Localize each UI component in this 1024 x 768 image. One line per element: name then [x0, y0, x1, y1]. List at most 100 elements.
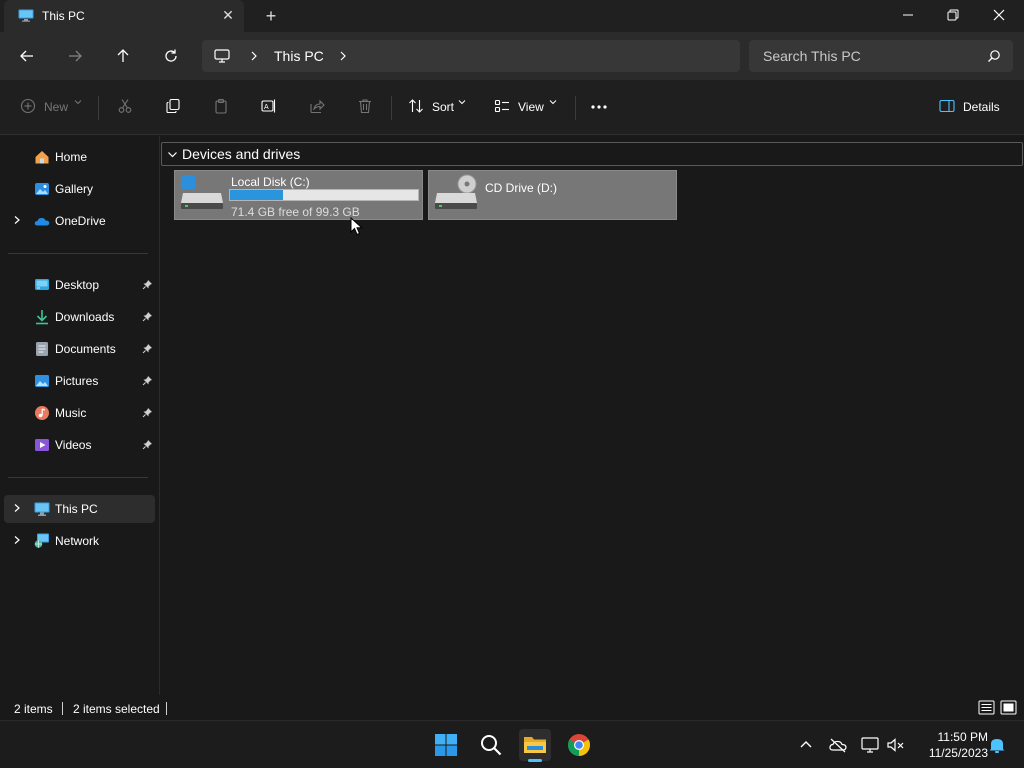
sidebar-item-onedrive[interactable]: OneDrive [4, 207, 155, 235]
this-pc-icon [34, 502, 50, 516]
address-field[interactable]: This PC [202, 40, 740, 72]
active-indicator [528, 759, 542, 762]
divider [391, 96, 392, 120]
tab-this-pc[interactable]: This PC ✕ [4, 0, 244, 32]
sidebar-item-desktop[interactable]: Desktop [4, 271, 155, 299]
sidebar-item-label: Home [55, 150, 88, 164]
search-icon [481, 735, 502, 756]
file-explorer-taskbar-button[interactable] [519, 729, 551, 762]
sidebar-item-label: Gallery [55, 182, 94, 196]
pin-icon[interactable] [142, 407, 153, 418]
pin-icon[interactable] [142, 375, 153, 386]
chevron-right-icon[interactable] [12, 535, 22, 545]
close-window-button[interactable] [976, 0, 1022, 30]
sidebar-item-label: Videos [55, 438, 92, 452]
network-icon [34, 533, 49, 548]
network-monitor-icon[interactable] [860, 735, 880, 755]
sidebar-item-network[interactable]: Network [4, 527, 155, 555]
up-button[interactable] [110, 44, 136, 68]
sidebar-item-label: Documents [55, 342, 116, 356]
refresh-button[interactable] [158, 44, 184, 68]
notification-bell-icon[interactable] [987, 735, 1007, 755]
tiles-view-button[interactable] [1000, 699, 1017, 716]
large-icons-view-icon [1000, 700, 1017, 715]
details-pane-button[interactable]: Details [939, 96, 1001, 118]
cut-button[interactable] [117, 96, 135, 118]
details-pane-icon [939, 99, 955, 113]
chevron-right-icon[interactable] [337, 50, 349, 62]
search-taskbar-button[interactable] [475, 729, 507, 761]
drive-tile-c[interactable]: Local Disk (C:) 71.4 GB free of 99.3 GB [174, 170, 423, 236]
documents-folder-icon [36, 342, 48, 356]
search-icon[interactable] [987, 49, 1001, 63]
gallery-icon [35, 183, 49, 195]
close-tab-icon[interactable]: ✕ [220, 7, 236, 23]
delete-button[interactable] [357, 96, 375, 118]
drive-usage-fill [230, 190, 283, 200]
rename-button[interactable]: A [261, 96, 279, 118]
sort-icon [409, 99, 423, 113]
arrow-left-icon [20, 50, 33, 62]
back-button[interactable] [14, 44, 40, 68]
chevron-right-icon[interactable] [12, 215, 22, 225]
new-tab-icon[interactable]: + [262, 6, 280, 26]
pin-icon[interactable] [142, 439, 153, 450]
more-horizontal-icon [591, 105, 607, 109]
share-button[interactable] [309, 96, 327, 118]
chrome-taskbar-button[interactable] [563, 729, 595, 761]
folder-icon [524, 737, 546, 753]
sidebar-item-gallery[interactable]: Gallery [4, 175, 155, 203]
view-list-icon [494, 99, 509, 113]
clock-date: 11/25/2023 [928, 746, 988, 760]
minimize-button[interactable] [885, 0, 931, 30]
sidebar-item-this-pc[interactable]: This PC [4, 495, 155, 523]
pin-icon[interactable] [142, 343, 153, 354]
divider [62, 702, 63, 715]
more-options-button[interactable] [590, 96, 608, 118]
paste-button[interactable] [213, 96, 231, 118]
chevron-up-icon[interactable] [796, 735, 816, 755]
sidebar-item-home[interactable]: Home [4, 143, 155, 171]
new-button[interactable]: New [20, 96, 82, 118]
sort-button[interactable]: Sort [408, 96, 468, 118]
cloud-offline-icon[interactable] [828, 735, 848, 755]
drive-tile-d[interactable]: CD Drive (D:) [428, 170, 677, 220]
new-label: New [44, 100, 69, 114]
breadcrumb-this-pc[interactable]: This PC [274, 48, 324, 64]
sidebar-item-pictures[interactable]: Pictures [4, 367, 155, 395]
pictures-folder-icon [35, 375, 49, 387]
sidebar-item-videos[interactable]: Videos [4, 431, 155, 459]
sidebar-item-label: This PC [55, 502, 98, 516]
share-icon [310, 99, 325, 114]
trash-icon [359, 99, 371, 114]
sidebar-item-documents[interactable]: Documents [4, 335, 155, 363]
view-button[interactable]: View [494, 96, 558, 118]
forward-button[interactable] [62, 44, 88, 68]
pin-icon[interactable] [142, 279, 153, 290]
selected-count: 2 items selected [73, 702, 160, 716]
divider [166, 702, 167, 715]
search-input[interactable] [749, 40, 979, 72]
sidebar-item-music[interactable]: Music [4, 399, 155, 427]
chevron-down-icon [549, 100, 557, 105]
details-view-button[interactable] [978, 699, 995, 716]
clipboard-icon [215, 98, 227, 114]
mouse-cursor-icon [350, 217, 363, 236]
status-bar: 2 items 2 items selected [0, 695, 1024, 720]
chevron-right-icon[interactable] [12, 503, 22, 513]
chevron-down-icon[interactable] [167, 149, 178, 160]
sidebar-item-downloads[interactable]: Downloads [4, 303, 155, 331]
pin-icon[interactable] [142, 311, 153, 322]
clock[interactable]: 11:50 PM 11/25/2023 [912, 729, 988, 761]
volume-muted-icon[interactable] [886, 735, 906, 755]
sidebar-item-label: Pictures [55, 374, 99, 388]
search-box [749, 40, 1013, 72]
chevron-right-icon[interactable] [248, 50, 260, 62]
restore-button[interactable] [930, 0, 976, 30]
scissors-icon [118, 99, 132, 113]
cd-drive-icon [435, 174, 477, 209]
group-header-devices[interactable]: Devices and drives [161, 142, 1023, 166]
start-button[interactable] [430, 729, 462, 761]
minimize-icon [903, 14, 913, 16]
copy-button[interactable] [165, 96, 183, 118]
